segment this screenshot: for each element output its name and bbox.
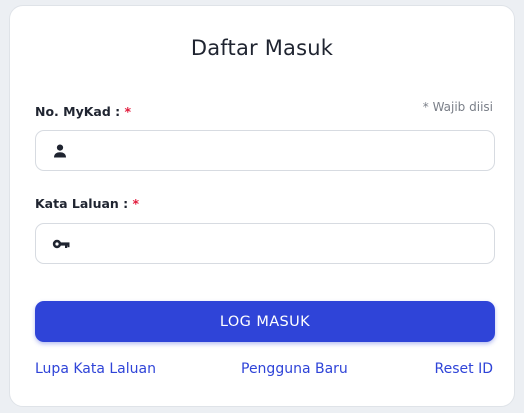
mykad-required-mark: *	[124, 104, 132, 119]
person-icon	[52, 143, 68, 159]
login-card: Daftar Masuk * Wajib diisi No. MyKad : *…	[9, 5, 515, 407]
mykad-field[interactable]	[35, 130, 495, 171]
password-input[interactable]	[80, 224, 480, 263]
mykad-label-text: No. MyKad :	[35, 104, 121, 119]
key-icon	[52, 236, 70, 252]
password-field[interactable]	[35, 223, 495, 264]
mykad-label: No. MyKad : *	[35, 104, 131, 119]
password-label-text: Kata Laluan :	[35, 196, 129, 211]
password-label: Kata Laluan : *	[35, 196, 139, 211]
required-note: * Wajib diisi	[422, 100, 493, 114]
login-button[interactable]: LOG MASUK	[35, 301, 495, 342]
new-user-link[interactable]: Pengguna Baru	[241, 361, 348, 377]
forgot-password-link[interactable]: Lupa Kata Laluan	[35, 361, 156, 377]
mykad-input[interactable]	[80, 131, 480, 170]
password-required-mark: *	[132, 196, 140, 211]
form-title: Daftar Masuk	[190, 36, 334, 60]
reset-id-link[interactable]: Reset ID	[435, 361, 493, 377]
